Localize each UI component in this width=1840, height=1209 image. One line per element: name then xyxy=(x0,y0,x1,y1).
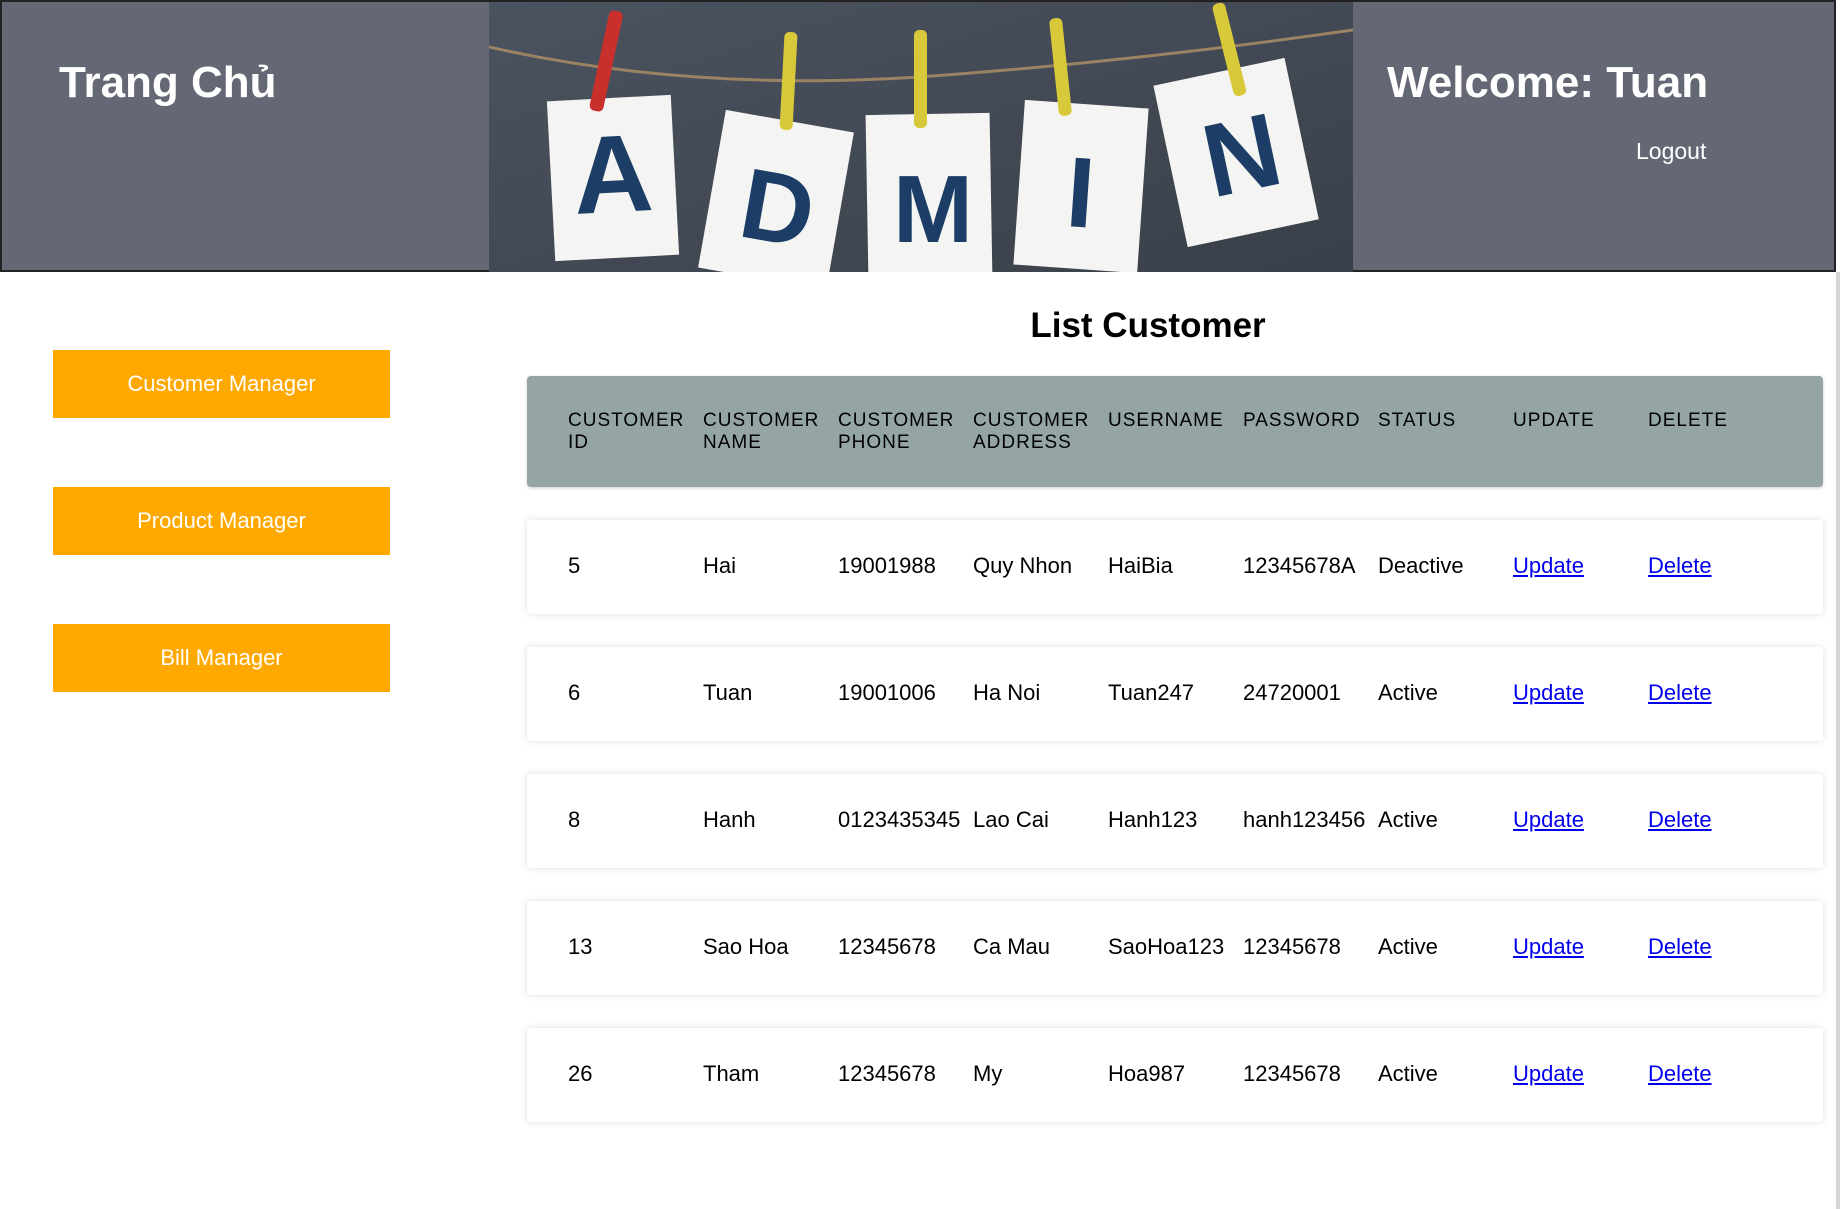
header: Trang Chủ A D M I N Welcome: Tuan Logout xyxy=(0,0,1836,272)
logout-link[interactable]: Logout xyxy=(1636,138,1706,165)
cell-customer-id: 5 xyxy=(568,553,581,578)
table-row: 13 Sao Hoa 12345678 Ca Mau SaoHoa123 123… xyxy=(527,901,1823,995)
cell-username: Tuan247 xyxy=(1108,680,1195,705)
cell-customer-name: Tuan xyxy=(703,680,753,705)
delete-link[interactable]: Delete xyxy=(1648,553,1712,579)
cell-customer-address: Ca Mau xyxy=(973,934,1051,959)
cell-username: SaoHoa123 xyxy=(1108,934,1225,959)
table-row: 26 Tham 12345678 My Hoa987 12345678 Acti… xyxy=(527,1028,1823,1122)
cell-customer-phone: 12345678 xyxy=(838,934,936,959)
delete-link[interactable]: Delete xyxy=(1648,1061,1712,1087)
cell-customer-id: 6 xyxy=(568,680,581,705)
page-title: List Customer xyxy=(1030,306,1266,345)
site-title[interactable]: Trang Chủ xyxy=(59,58,277,108)
cell-customer-name: Sao Hoa xyxy=(703,934,789,959)
table-row: 6 Tuan 19001006 Ha Noi Tuan247 24720001 … xyxy=(527,647,1823,741)
cell-customer-name: Hai xyxy=(703,553,737,578)
delete-link[interactable]: Delete xyxy=(1648,680,1712,706)
cell-customer-phone: 12345678 xyxy=(838,1061,936,1086)
cell-username: HaiBia xyxy=(1108,553,1173,578)
cell-password: 12345678 xyxy=(1243,934,1341,959)
svg-text:A: A xyxy=(570,111,656,238)
delete-link[interactable]: Delete xyxy=(1648,807,1712,833)
cell-customer-phone: 19001988 xyxy=(838,553,936,578)
column-header-customer-name: CUSTOMER NAME xyxy=(703,410,820,453)
cell-status: Active xyxy=(1378,934,1438,959)
update-link[interactable]: Update xyxy=(1513,553,1584,579)
column-header-customer-phone: CUSTOMER PHONE xyxy=(838,410,955,453)
column-header-customer-address: CUSTOMER ADDRESS xyxy=(973,410,1090,453)
column-header-delete: DELETE xyxy=(1648,410,1728,431)
cell-password: 12345678A xyxy=(1243,553,1356,578)
cell-customer-phone: 0123435345 xyxy=(838,807,961,832)
cell-customer-id: 13 xyxy=(568,934,593,959)
cell-customer-phone: 19001006 xyxy=(838,680,936,705)
svg-text:M: M xyxy=(893,156,973,263)
cell-username: Hoa987 xyxy=(1108,1061,1186,1086)
cell-status: Active xyxy=(1378,1061,1438,1086)
bill-manager-button[interactable]: Bill Manager xyxy=(53,624,390,692)
table-row: 5 Hai 19001988 Quy Nhon HaiBia 12345678A… xyxy=(527,520,1823,614)
cell-username: Hanh123 xyxy=(1108,807,1198,832)
column-header-status: STATUS xyxy=(1378,410,1457,431)
cell-customer-id: 8 xyxy=(568,807,581,832)
update-link[interactable]: Update xyxy=(1513,934,1584,960)
customer-manager-button[interactable]: Customer Manager xyxy=(53,350,390,418)
update-link[interactable]: Update xyxy=(1513,680,1584,706)
product-manager-button[interactable]: Product Manager xyxy=(53,487,390,555)
cell-customer-name: Hanh xyxy=(703,807,756,832)
cell-password: hanh123456 xyxy=(1243,807,1366,832)
cell-customer-name: Tham xyxy=(703,1061,760,1086)
cell-password: 12345678 xyxy=(1243,1061,1341,1086)
column-header-customer-id: CUSTOMER ID xyxy=(568,410,685,453)
cell-customer-address: Quy Nhon xyxy=(973,553,1073,578)
update-link[interactable]: Update xyxy=(1513,1061,1584,1087)
welcome-text: Welcome: Tuan xyxy=(1387,58,1709,107)
cell-password: 24720001 xyxy=(1243,680,1341,705)
cell-customer-address: My xyxy=(973,1061,1003,1086)
table-row: 8 Hanh 0123435345 Lao Cai Hanh123 hanh12… xyxy=(527,774,1823,868)
column-header-username: USERNAME xyxy=(1108,410,1224,431)
cell-status: Active xyxy=(1378,807,1438,832)
column-header-update: UPDATE xyxy=(1513,410,1595,431)
admin-banner: A D M I N xyxy=(489,2,1353,272)
sidebar: Customer Manager Product Manager Bill Ma… xyxy=(53,350,390,761)
column-header-password: PASSWORD xyxy=(1243,410,1361,431)
update-link[interactable]: Update xyxy=(1513,807,1584,833)
cell-customer-address: Lao Cai xyxy=(973,807,1049,832)
cell-status: Deactive xyxy=(1378,553,1464,578)
cell-status: Active xyxy=(1378,680,1438,705)
table-header: CUSTOMER ID CUSTOMER NAME CUSTOMER PHONE… xyxy=(527,376,1823,487)
cell-customer-address: Ha Noi xyxy=(973,680,1041,705)
scrollbar[interactable] xyxy=(1836,272,1840,1209)
delete-link[interactable]: Delete xyxy=(1648,934,1712,960)
cell-customer-id: 26 xyxy=(568,1061,593,1086)
